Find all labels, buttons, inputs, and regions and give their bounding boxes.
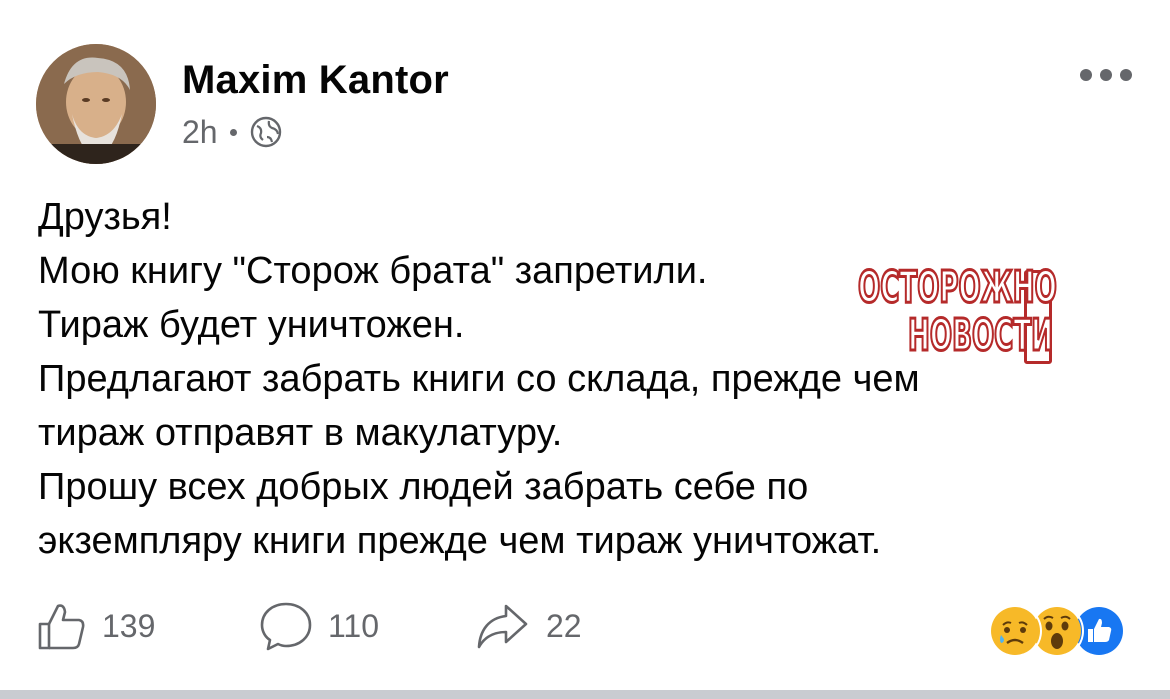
reactions-summary[interactable] <box>988 604 1138 658</box>
share-arrow-icon <box>474 600 532 652</box>
thumbs-up-icon <box>36 600 88 652</box>
like-count: 139 <box>102 607 156 644</box>
share-button[interactable]: 22 <box>474 596 582 656</box>
post-text-line: тираж отправят в макулатуру. <box>38 412 563 454</box>
post-bottom-divider <box>0 690 1170 699</box>
share-count: 22 <box>546 607 582 644</box>
author-name-link[interactable]: Maxim Kantor <box>182 58 449 103</box>
sad-reaction-icon <box>988 604 1042 658</box>
comment-bubble-icon <box>258 600 314 652</box>
post-text-line: Друзья! <box>38 196 172 238</box>
watermark-line-2: НОВОСТИ <box>907 309 1054 363</box>
post-text-line: экземпляру книги прежде чем тираж уничто… <box>38 520 882 562</box>
author-avatar[interactable] <box>36 44 156 164</box>
globe-icon[interactable] <box>249 115 283 149</box>
post-text-line: Прошу всех добрых людей забрать себе по <box>38 466 809 508</box>
comment-button[interactable]: 110 <box>258 596 379 656</box>
post-meta: 2h <box>182 114 283 150</box>
post-text: Друзья! Мою книгу "Сторож брата" запрети… <box>38 190 1138 568</box>
watermark-line-1: ОСТОРОЖНО <box>857 261 1058 315</box>
meta-separator-dot <box>229 128 237 136</box>
more-horizontal-icon <box>1120 69 1132 81</box>
like-button[interactable]: 139 <box>36 596 155 656</box>
more-options-button[interactable] <box>1080 68 1132 82</box>
avatar-portrait-image <box>36 44 156 164</box>
post-timestamp[interactable]: 2h <box>182 114 218 151</box>
news-watermark-logo: ОСТОРОЖНО НОВОСТИ <box>856 261 1162 364</box>
more-horizontal-icon <box>1100 69 1112 81</box>
comment-count: 110 <box>328 607 380 644</box>
more-horizontal-icon <box>1080 69 1092 81</box>
